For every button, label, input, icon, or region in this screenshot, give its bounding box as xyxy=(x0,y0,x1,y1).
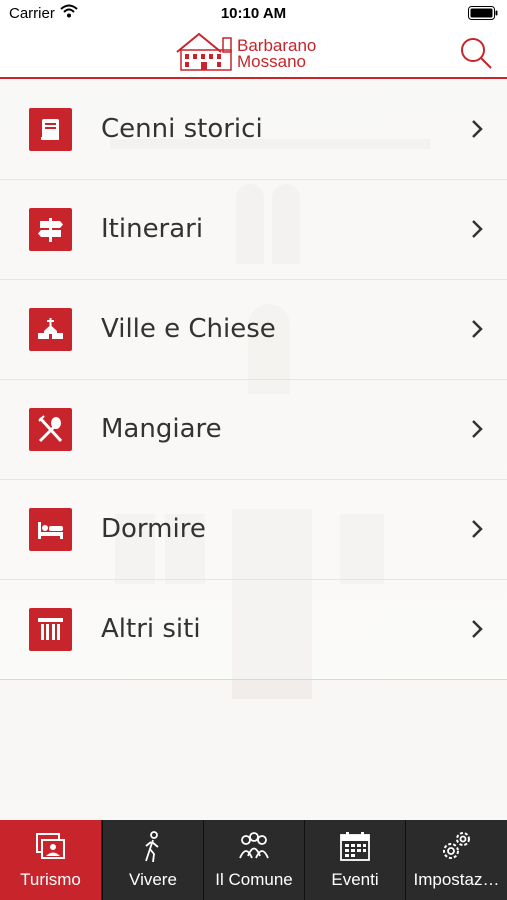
tab-vivere[interactable]: Vivere xyxy=(102,820,203,900)
church-icon xyxy=(29,308,72,351)
tab-eventi[interactable]: Eventi xyxy=(304,820,405,900)
tab-label: Vivere xyxy=(129,870,177,889)
menu-item-label: Dormire xyxy=(101,514,206,544)
tab-impostazioni[interactable]: Impostaz… xyxy=(405,820,507,900)
chevron-right-icon xyxy=(472,220,483,238)
walking-person-icon xyxy=(145,831,159,863)
menu-item-itinerari[interactable]: Itinerari xyxy=(0,179,507,280)
bed-icon xyxy=(29,508,72,551)
menu-item-label: Altri siti xyxy=(101,614,201,644)
calendar-icon xyxy=(340,832,370,861)
book-icon xyxy=(29,108,72,151)
app-logo[interactable]: Barbarano Mossano xyxy=(175,30,335,74)
chevron-right-icon xyxy=(472,620,483,638)
people-group-icon xyxy=(239,832,269,859)
menu-list: Cenni storici Itinerari Ville e Chiese M… xyxy=(0,79,507,820)
menu-item-mangiare[interactable]: Mangiare xyxy=(0,379,507,480)
tab-label: Il Comune xyxy=(215,870,293,889)
tab-label: Eventi xyxy=(331,870,379,889)
menu-item-dormire[interactable]: Dormire xyxy=(0,479,507,580)
gears-icon xyxy=(443,832,470,859)
chevron-right-icon xyxy=(472,320,483,338)
menu-item-cenni-storici[interactable]: Cenni storici xyxy=(0,79,507,180)
chevron-right-icon xyxy=(472,120,483,138)
menu-item-altri-siti[interactable]: Altri siti xyxy=(0,579,507,680)
status-time: 10:10 AM xyxy=(220,5,287,22)
column-icon xyxy=(29,608,72,651)
menu-item-label: Itinerari xyxy=(101,214,204,244)
menu-item-ville-e-chiese[interactable]: Ville e Chiese xyxy=(0,279,507,380)
battery-icon xyxy=(468,6,498,20)
chevron-right-icon xyxy=(472,420,483,438)
castle-logo-icon xyxy=(176,32,232,71)
menu-item-label: Mangiare xyxy=(101,414,222,444)
search-icon[interactable] xyxy=(459,36,493,70)
status-bar: Carrier 10:10 AM xyxy=(0,0,507,28)
app-header: Barbarano Mossano xyxy=(0,28,507,79)
signpost-icon xyxy=(29,208,72,251)
tab-label: Turismo xyxy=(20,870,81,889)
tab-il-comune[interactable]: Il Comune xyxy=(203,820,304,900)
logo-text: Barbarano Mossano xyxy=(237,37,316,71)
tab-label: Impostaz… xyxy=(413,870,500,889)
tab-bar: Turismo Vivere Il Comune Eventi Impostaz… xyxy=(0,820,507,900)
photos-icon xyxy=(36,833,65,859)
tab-turismo[interactable]: Turismo xyxy=(0,820,101,900)
menu-item-label: Ville e Chiese xyxy=(101,314,276,344)
chevron-right-icon xyxy=(472,520,483,538)
menu-item-label: Cenni storici xyxy=(101,114,263,144)
logo-line-2: Mossano xyxy=(237,52,306,71)
fork-spoon-icon xyxy=(29,408,72,451)
